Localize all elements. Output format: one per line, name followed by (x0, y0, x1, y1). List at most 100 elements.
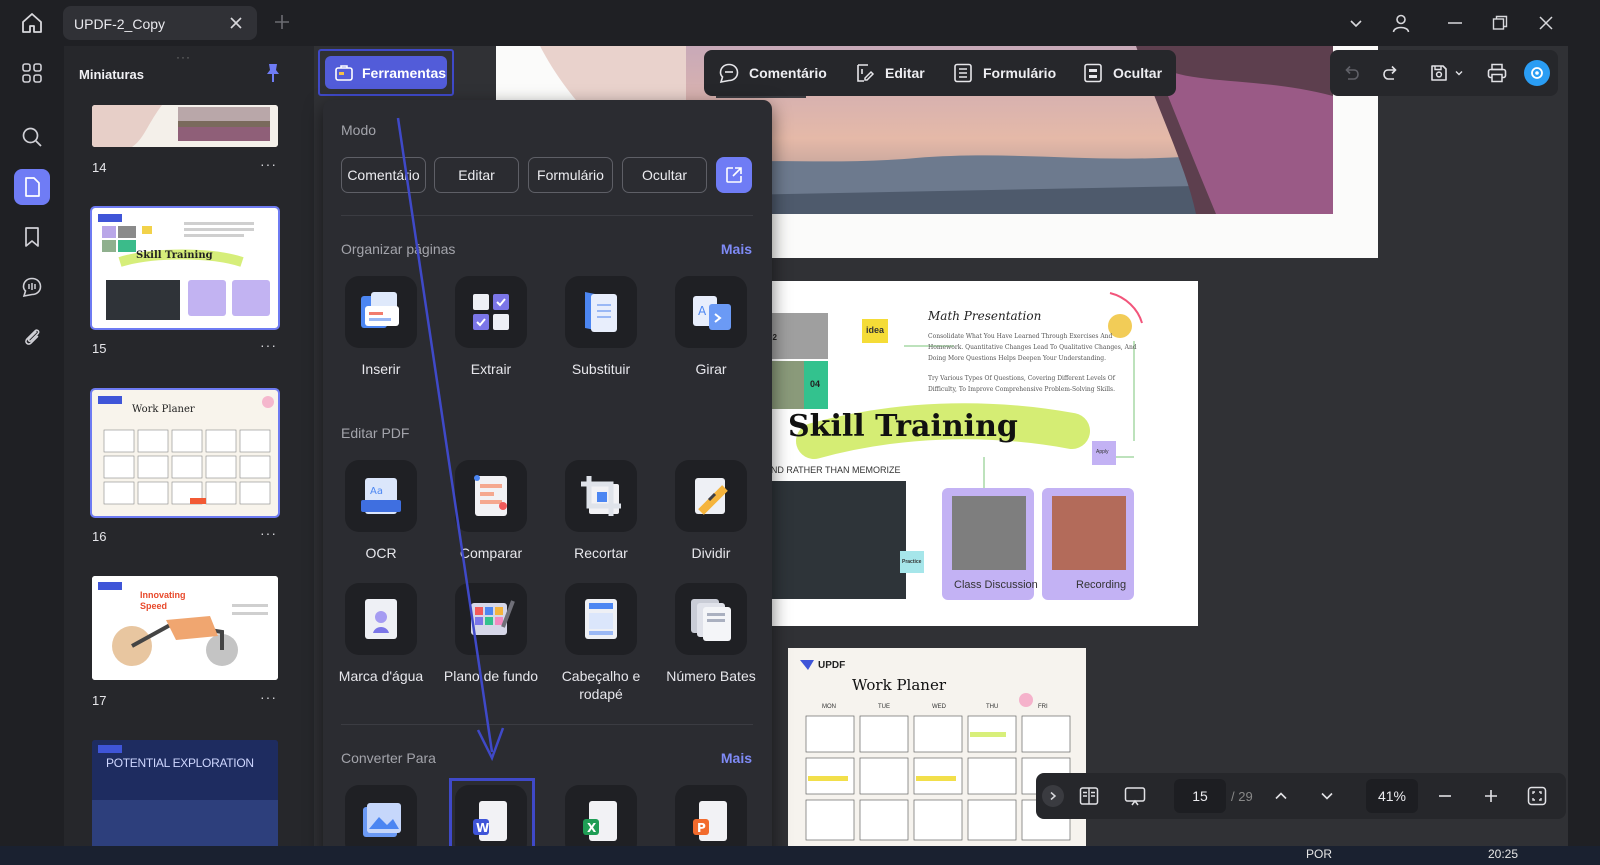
tools-dropdown: Modo Comentário Editar Formulário Oculta… (323, 100, 772, 865)
mode-redact-button[interactable]: Ocultar (622, 157, 707, 193)
next-page-button[interactable] (1314, 783, 1340, 809)
left-rail (0, 46, 64, 846)
tool-bates-number[interactable]: Número Bates (661, 583, 761, 703)
tool-replace[interactable]: Substituir (551, 276, 651, 386)
mode-edit-button[interactable]: Editar (434, 157, 519, 193)
page-math-body: Consolidate What You Have Learned Throug… (928, 333, 1137, 362)
thumbnail-more-button[interactable]: ··· (260, 156, 277, 172)
tool-rotate[interactable]: A Girar (661, 276, 761, 386)
mode-form-button[interactable]: Formulário (528, 157, 613, 193)
tools-button-label: Ferramentas (362, 64, 447, 81)
tool-insert[interactable]: Inserir (331, 276, 431, 386)
new-tab-icon[interactable] (272, 12, 292, 32)
mode-toolbar: Comentário Editar Formulário Ocultar (704, 50, 1176, 96)
account-button[interactable] (1388, 10, 1414, 36)
comment-list-icon (22, 277, 42, 298)
page-layout-icon (1079, 787, 1099, 805)
rotate-icon: A (675, 276, 747, 348)
current-page-input[interactable] (1174, 779, 1226, 813)
thumbnail-page-14[interactable] (92, 105, 278, 147)
tool-compare[interactable]: Comparar (441, 460, 541, 570)
thumbnail-more-button[interactable]: ··· (260, 337, 277, 353)
system-clock[interactable]: 20:25 (1488, 847, 1518, 861)
document-tab[interactable]: UPDF-2_Copy (63, 6, 257, 40)
mode-comment-button[interactable]: Comentário (341, 157, 426, 193)
close-window-button[interactable] (1533, 10, 1559, 36)
tab-list-button[interactable] (1343, 10, 1369, 36)
ai-assistant-button[interactable] (1524, 60, 1550, 86)
thumbnail-page-16[interactable]: Work Planer (90, 388, 280, 518)
thumbnail-page-18[interactable]: POTENTIAL EXPLORATION (92, 740, 278, 846)
tool-label: Cabeçalho e rodapé (561, 668, 641, 702)
thumbnail-page-15[interactable]: Skill Training (90, 206, 280, 330)
comment-icon (719, 63, 739, 84)
tool-split[interactable]: Dividir (661, 460, 761, 570)
tool-watermark[interactable]: Marca d'água (331, 583, 431, 703)
zoom-in-button[interactable] (1478, 783, 1504, 809)
toolbar-item-label: Editar (885, 65, 925, 81)
zoom-level[interactable]: 41% (1366, 779, 1418, 813)
toolbox-icon (335, 64, 353, 81)
thumbnail-page-17[interactable]: Innovating Speed (92, 576, 278, 680)
redo-icon (1383, 65, 1397, 80)
tool-header-footer[interactable]: Cabeçalho e rodapé (551, 583, 651, 703)
minus-icon (1439, 795, 1451, 797)
tool-background[interactable]: Plano de fundo (441, 583, 541, 703)
fit-page-button[interactable] (1524, 783, 1550, 809)
comments-button[interactable] (14, 269, 50, 305)
previous-page-button[interactable] (1268, 783, 1294, 809)
os-taskbar: POR 20:25 (0, 846, 1600, 865)
save-button[interactable] (1426, 60, 1452, 86)
section-divider (341, 724, 753, 725)
thumbnails-view-button[interactable] (14, 55, 50, 91)
home-button[interactable] (14, 8, 50, 38)
svg-text:P: P (697, 821, 706, 835)
watermark-icon (345, 583, 417, 655)
zoom-out-button[interactable] (1432, 783, 1458, 809)
undo-button[interactable] (1338, 60, 1364, 86)
convert-more-link[interactable]: Mais (721, 750, 752, 766)
toolbar-redact-button[interactable]: Ocultar (1082, 50, 1162, 96)
thumbnail-heading: Skill Training (136, 250, 213, 261)
toolbar-form-button[interactable]: Formulário (952, 50, 1056, 96)
tool-crop[interactable]: Recortar (551, 460, 651, 570)
tool-extract[interactable]: Extrair (441, 276, 541, 386)
open-mode-button[interactable] (716, 157, 752, 193)
thumbnail-more-button[interactable]: ··· (260, 689, 277, 705)
organize-more-link[interactable]: Mais (721, 241, 752, 257)
section-divider (341, 215, 753, 216)
bookmarks-button[interactable] (14, 219, 50, 255)
page-class-discussion: Class Discussion (954, 579, 1038, 591)
tools-button[interactable]: Ferramentas (325, 56, 447, 89)
page-math-body-2: Try Various Types Of Questions, Covering… (928, 375, 1116, 393)
home-icon (22, 13, 42, 33)
presentation-icon (1124, 787, 1146, 806)
attachments-button[interactable] (14, 319, 50, 355)
collapse-nav-button[interactable] (1042, 785, 1064, 807)
vertical-scrollbar[interactable] (1568, 46, 1600, 846)
panel-drag-handle[interactable]: ··· (176, 50, 191, 64)
pin-icon[interactable] (264, 63, 282, 83)
presentation-button[interactable] (1122, 783, 1148, 809)
keyboard-language[interactable]: POR (1306, 847, 1332, 861)
bookmark-icon (25, 227, 39, 247)
search-button[interactable] (14, 119, 50, 155)
redo-button[interactable] (1378, 60, 1404, 86)
pages-button[interactable] (14, 169, 50, 205)
page-subheading: STAND RATHER THAN MEMORIZE (754, 465, 901, 475)
minimize-button[interactable] (1442, 10, 1468, 36)
print-button[interactable] (1484, 60, 1510, 86)
close-tab-icon[interactable] (227, 14, 245, 32)
tool-ocr[interactable]: Aa OCR (331, 460, 431, 570)
thumbnail-heading: Work Planer (132, 404, 195, 415)
toolbar-edit-button[interactable]: Editar (854, 50, 925, 96)
thumbnail-more-button[interactable]: ··· (260, 525, 277, 541)
convert-section-label: Converter Para (341, 750, 436, 766)
save-options-button[interactable] (1452, 60, 1466, 86)
toolbar-comment-button[interactable]: Comentário (718, 50, 827, 96)
print-icon (1487, 63, 1507, 83)
grid-icon (22, 63, 42, 83)
page-idea-label: idea (866, 325, 885, 335)
page-layout-button[interactable] (1076, 783, 1102, 809)
restore-button[interactable] (1487, 10, 1513, 36)
